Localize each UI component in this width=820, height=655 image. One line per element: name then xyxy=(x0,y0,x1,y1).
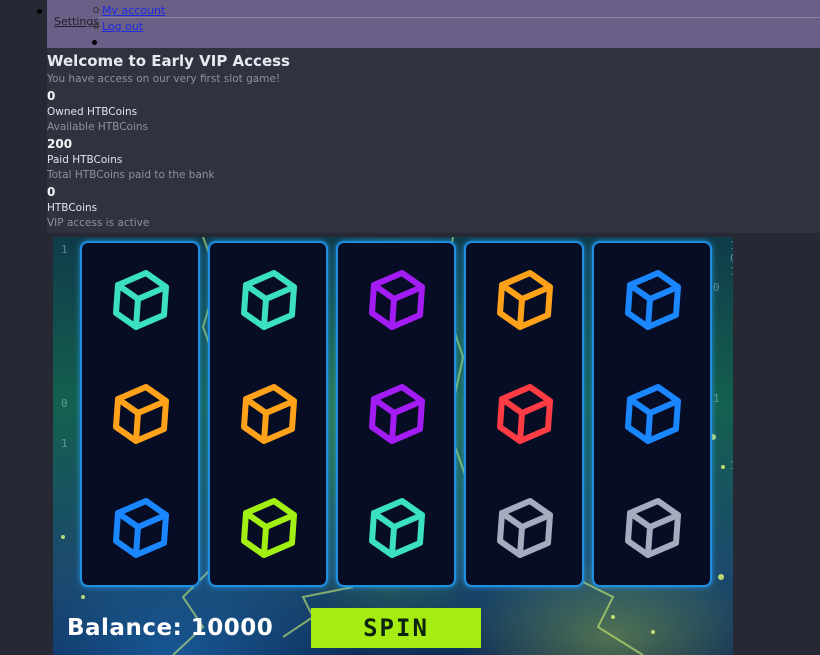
teal-cube-icon xyxy=(369,498,425,558)
reel xyxy=(336,241,456,587)
reel xyxy=(592,241,712,587)
list-bullet xyxy=(93,7,99,13)
nav-divider xyxy=(98,17,820,18)
stat-label: Owned HTBCoins xyxy=(47,106,138,118)
orange-cube-icon xyxy=(113,384,169,444)
blue-cube-icon xyxy=(625,384,681,444)
reel xyxy=(208,241,328,587)
red-cube-icon xyxy=(497,384,553,444)
stat-label: Paid HTBCoins xyxy=(47,154,123,166)
stat-description: Available HTBCoins xyxy=(47,121,148,133)
binary-digit: 1 xyxy=(61,437,68,450)
blue-cube-icon xyxy=(625,270,681,330)
gray-cube-icon xyxy=(625,498,681,558)
my-account-link[interactable]: My account xyxy=(102,4,165,17)
teal-cube-icon xyxy=(241,270,297,330)
stat-label: HTBCoins xyxy=(47,202,98,214)
teal-cube-icon xyxy=(113,270,169,330)
spin-button[interactable]: SPIN xyxy=(311,608,481,648)
binary-digit: 1 xyxy=(730,265,733,278)
binary-digit: 1 xyxy=(61,243,68,256)
stat-description: Total HTBCoins paid to the bank xyxy=(47,169,215,181)
logout-link[interactable]: Log out xyxy=(102,20,143,33)
orange-cube-icon xyxy=(497,270,553,330)
stat-value: 0 xyxy=(47,89,56,103)
binary-digit: 1 xyxy=(730,459,733,472)
stat-description: VIP access is active xyxy=(47,217,150,229)
binary-digit: 0 xyxy=(61,397,68,410)
binary-digit: 1 xyxy=(713,392,720,405)
list-bullet xyxy=(92,40,97,45)
stat-value: 0 xyxy=(47,185,56,199)
list-bullet xyxy=(93,23,99,29)
reel xyxy=(80,241,200,587)
reel xyxy=(464,241,584,587)
purple-cube-icon xyxy=(369,384,425,444)
page-title: Welcome to Early VIP Access xyxy=(47,52,290,70)
balance-display: Balance: 10000 xyxy=(67,615,274,641)
page-subtitle: You have access on our very first slot g… xyxy=(47,73,281,85)
purple-cube-icon xyxy=(369,270,425,330)
binary-digit: 1 xyxy=(730,239,733,252)
slot-game: 1 0 1 1 0 1 0 1 1 Balance: 10000 SPIN xyxy=(53,237,733,655)
binary-digit: 0 xyxy=(730,252,733,265)
lime-cube-icon xyxy=(241,498,297,558)
binary-digit: 0 xyxy=(713,281,720,294)
list-bullet xyxy=(37,9,42,14)
stat-value: 200 xyxy=(47,137,73,151)
blue-cube-icon xyxy=(113,498,169,558)
orange-cube-icon xyxy=(241,384,297,444)
gray-cube-icon xyxy=(497,498,553,558)
